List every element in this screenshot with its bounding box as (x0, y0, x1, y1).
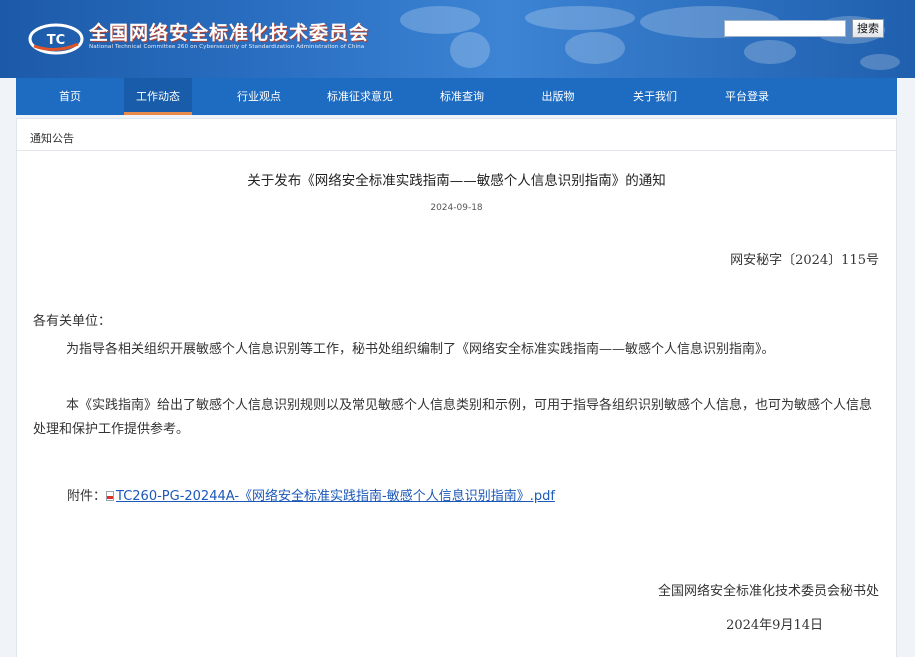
nav-item-industry-views[interactable]: 行业观点 (225, 78, 293, 115)
site-title: 全国网络安全标准化技术委员会 (89, 22, 370, 44)
nav-item-about-us[interactable]: 关于我们 (621, 78, 689, 115)
pdf-file-icon (106, 491, 115, 501)
attachment-row: 附件： TC260-PG-20244A-《网络安全标准实践指南-敏感个人信息识别指… (67, 485, 555, 504)
article-title: 关于发布《网络安全标准实践指南——敏感个人信息识别指南》的通知 (247, 173, 666, 189)
nav-item-platform-login[interactable]: 平台登录 (713, 78, 781, 115)
search-input[interactable] (724, 20, 846, 37)
breadcrumb[interactable]: 通知公告 (30, 130, 74, 146)
signature: 全国网络安全标准化技术委员会秘书处 (657, 584, 879, 599)
nav-item-work-news[interactable]: 工作动态 (124, 78, 192, 115)
main-nav: 首页 工作动态 行业观点 标准征求意见 标准查询 出版物 关于我们 平台登录 (16, 78, 897, 115)
world-map-decoration (400, 6, 900, 70)
content-panel: 通知公告 关于发布《网络安全标准实践指南——敏感个人信息识别指南》的通知 202… (16, 118, 897, 657)
salutation: 各有关单位： (33, 314, 112, 329)
article-date: 2024-09-18 (430, 203, 483, 213)
attachment-download-link[interactable]: TC260-PG-20244A-《网络安全标准实践指南-敏感个人信息识别指南》.… (116, 489, 555, 504)
nav-item-home[interactable]: 首页 (32, 78, 108, 115)
breadcrumb-bar: 通知公告 (17, 119, 896, 151)
body-paragraph: 本《实践指南》给出了敏感个人信息识别规则以及常见敏感个人信息类别和示例，可用于指… (33, 398, 873, 437)
nav-item-publications[interactable]: 出版物 (530, 78, 586, 115)
nav-item-standard-query[interactable]: 标准查询 (428, 78, 496, 115)
header-banner: TC 全国网络安全标准化技术委员会 National Technical Com… (0, 0, 915, 78)
document-number: 网安秘字〔2024〕115号 (730, 253, 879, 268)
site-subtitle: National Technical Committee 260 on Cybe… (89, 44, 365, 50)
attachment-label: 附件： (67, 489, 107, 504)
signature-date: 2024年9月14日 (726, 618, 823, 633)
search-button[interactable]: 搜索 (852, 19, 884, 38)
logo-text: TC (47, 33, 65, 48)
tc-logo-icon: TC (28, 23, 84, 55)
nav-item-standard-comments[interactable]: 标准征求意见 (318, 78, 402, 115)
body-paragraph: 为指导各相关组织开展敏感个人信息识别等工作，秘书处组织编制了《网络安全标准实践指… (66, 342, 775, 357)
